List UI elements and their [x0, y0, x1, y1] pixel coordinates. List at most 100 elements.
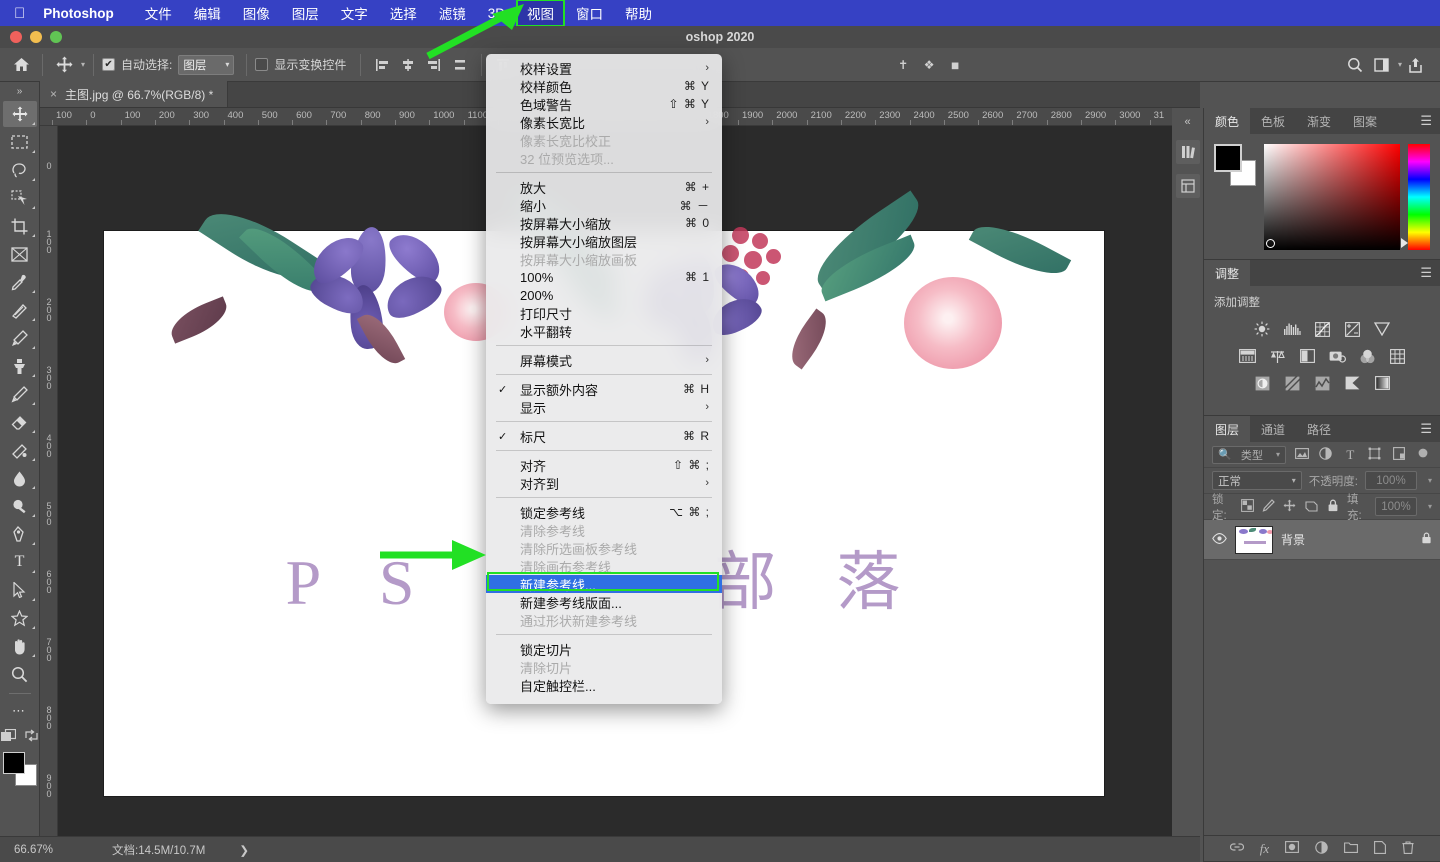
color-swatches[interactable] [2, 752, 37, 786]
color-panel-swatches[interactable] [1212, 144, 1256, 186]
blur-tool[interactable] [3, 465, 37, 491]
hue-slider-handle[interactable] [1401, 238, 1408, 248]
smart-object-filter-icon[interactable] [1390, 446, 1407, 463]
channel-mixer-icon[interactable] [1357, 347, 1377, 365]
menubar-item-edit[interactable]: 编辑 [185, 1, 230, 25]
menubar-item-image[interactable]: 图像 [234, 1, 279, 25]
adjustment-filter-icon[interactable] [1317, 446, 1334, 463]
auto-select-scope-dropdown[interactable]: 图层 ▾ [178, 54, 235, 75]
auto-select-checkbox[interactable]: ✔ [102, 58, 116, 71]
tool-preset-chevron-icon[interactable]: ▾ [81, 60, 85, 69]
levels-icon[interactable] [1282, 320, 1302, 338]
zoom-tool[interactable] [3, 661, 37, 687]
pen-tool[interactable] [3, 521, 37, 547]
menu-item-0-g4[interactable]: ✓ 标尺 ⌘ R [486, 427, 722, 445]
menu-item-0-g6[interactable]: 锁定参考线 ⌥ ⌘ ; [486, 503, 722, 521]
tab-layers[interactable]: 图层 [1204, 416, 1251, 442]
ruler-vertical[interactable]: 0 100 200 300 400 500 600 700 800 900 [40, 126, 58, 862]
type-tool[interactable]: T [3, 549, 37, 575]
menubar-item-help[interactable]: 帮助 [616, 1, 661, 25]
3d-camera-icon[interactable]: ◾ [942, 52, 968, 78]
tab-channels[interactable]: 通道 [1250, 416, 1296, 442]
tab-adjustments[interactable]: 调整 [1204, 260, 1251, 286]
lock-all-icon[interactable] [1326, 499, 1340, 515]
marquee-tool[interactable] [3, 129, 37, 155]
shape-tool[interactable] [3, 605, 37, 631]
lock-image-pixels-icon[interactable] [1261, 498, 1275, 515]
layer-filter-type-dropdown[interactable]: 🔍 类型 ▾ [1212, 445, 1286, 464]
swap-colors-icon[interactable] [25, 729, 38, 746]
workspace-icon[interactable] [1368, 52, 1394, 78]
3d-rotate-icon[interactable]: ❖ [916, 52, 942, 78]
more-tools-icon[interactable]: ⋯ [3, 698, 37, 724]
adjustment-layer-icon[interactable] [1315, 840, 1328, 857]
new-group-icon[interactable] [1344, 841, 1359, 856]
quick-selection-tool[interactable] [3, 185, 37, 211]
layer-visibility-icon[interactable] [1212, 532, 1227, 547]
layers-list[interactable]: 背景 [1204, 520, 1440, 835]
menubar-item-layer[interactable]: 图层 [283, 1, 328, 25]
menu-item-1-g1[interactable]: 缩小 ⌘ － [486, 196, 722, 214]
move-tool-icon[interactable] [51, 52, 77, 78]
tab-patterns[interactable]: 图案 [1342, 108, 1388, 134]
panel-menu-icon[interactable]: ☰ [1420, 108, 1432, 134]
history-brush-tool[interactable] [3, 381, 37, 407]
search-icon[interactable] [1342, 52, 1368, 78]
shape-filter-icon[interactable] [1366, 447, 1383, 463]
menu-item-6-g1[interactable]: 200% [486, 286, 722, 304]
menu-item-2-g7[interactable]: 自定触控栏... [486, 676, 722, 694]
menu-item-3-g0[interactable]: 像素长宽比 › [486, 113, 722, 131]
blend-mode-dropdown[interactable]: 正常 ▾ [1212, 471, 1302, 490]
tab-paths[interactable]: 路径 [1296, 416, 1342, 442]
threshold-icon[interactable] [1312, 374, 1332, 392]
status-expand-icon[interactable]: ❯ [239, 843, 249, 857]
color-lookup-icon[interactable] [1387, 347, 1407, 365]
vibrance-icon[interactable] [1372, 320, 1392, 338]
eyedropper-tool[interactable] [3, 269, 37, 295]
fill-chevron-icon[interactable]: ▾ [1428, 502, 1432, 511]
menu-item-5-g1[interactable]: 100% ⌘ 1 [486, 268, 722, 286]
menu-item-0-g5[interactable]: 对齐 ⇧ ⌘ ; [486, 456, 722, 474]
foreground-color-swatch[interactable] [1214, 144, 1242, 172]
menu-item-0-g2[interactable]: 屏幕模式 › [486, 351, 722, 369]
home-icon[interactable] [8, 52, 34, 78]
menu-item-0-g1[interactable]: 放大 ⌘ + [486, 178, 722, 196]
menu-item-0-g3[interactable]: ✓ 显示额外内容 ⌘ H [486, 380, 722, 398]
apple-logo-icon[interactable]:  [14, 6, 25, 21]
view-menu-dropdown[interactable]: 校样设置 › 校样颜色 ⌘ Y 色域警告 ⇧ ⌘ Y 像素长宽比 › 像素长宽比校正 32 位预览… [486, 54, 722, 704]
tab-gradients[interactable]: 渐变 [1296, 108, 1342, 134]
menu-item-7-g1[interactable]: 打印尺寸 [486, 304, 722, 322]
menu-item-0-g7[interactable]: 锁定切片 [486, 640, 722, 658]
fill-value[interactable]: 100% [1374, 497, 1417, 516]
layer-style-icon[interactable]: fx [1260, 841, 1269, 857]
menu-item-2-g1[interactable]: 按屏幕大小缩放 ⌘ 0 [486, 214, 722, 232]
invert-icon[interactable] [1252, 374, 1272, 392]
document-tab[interactable]: × 主图.jpg @ 66.7%(RGB/8) * [40, 81, 229, 107]
menubar-item-window[interactable]: 窗口 [567, 1, 612, 25]
lock-position-icon[interactable] [1283, 499, 1297, 515]
lock-artboard-icon[interactable] [1304, 499, 1318, 515]
brush-tool[interactable] [3, 325, 37, 351]
status-zoom-level[interactable]: 66.67% [0, 844, 90, 856]
pixel-filter-icon[interactable] [1293, 447, 1310, 462]
share-icon[interactable] [1402, 52, 1428, 78]
show-transform-checkbox[interactable] [255, 58, 269, 71]
move-tool[interactable] [2, 101, 37, 127]
opacity-chevron-icon[interactable]: ▾ [1428, 476, 1432, 485]
chevron-down-icon[interactable]: ▾ [1398, 60, 1402, 69]
lock-transparent-pixels-icon[interactable] [1240, 498, 1254, 515]
eraser-tool[interactable] [3, 409, 37, 435]
panel-menu-icon[interactable]: ☰ [1420, 416, 1432, 442]
panel-menu-icon[interactable]: ☰ [1420, 260, 1432, 286]
menu-item-2-g0[interactable]: 色域警告 ⇧ ⌘ Y [486, 95, 722, 113]
gradient-tool[interactable] [3, 437, 37, 463]
tab-color[interactable]: 颜色 [1204, 108, 1251, 134]
layer-row-background[interactable]: 背景 [1204, 520, 1440, 560]
foreground-color-swatch[interactable] [2, 752, 25, 774]
path-selection-tool[interactable] [3, 577, 37, 603]
menu-item-1-g5[interactable]: 对齐到 › [486, 474, 722, 492]
close-icon[interactable]: × [50, 87, 57, 101]
crop-tool[interactable] [3, 213, 37, 239]
align-left-icon[interactable] [369, 52, 395, 78]
layer-mask-icon[interactable] [1285, 841, 1300, 856]
